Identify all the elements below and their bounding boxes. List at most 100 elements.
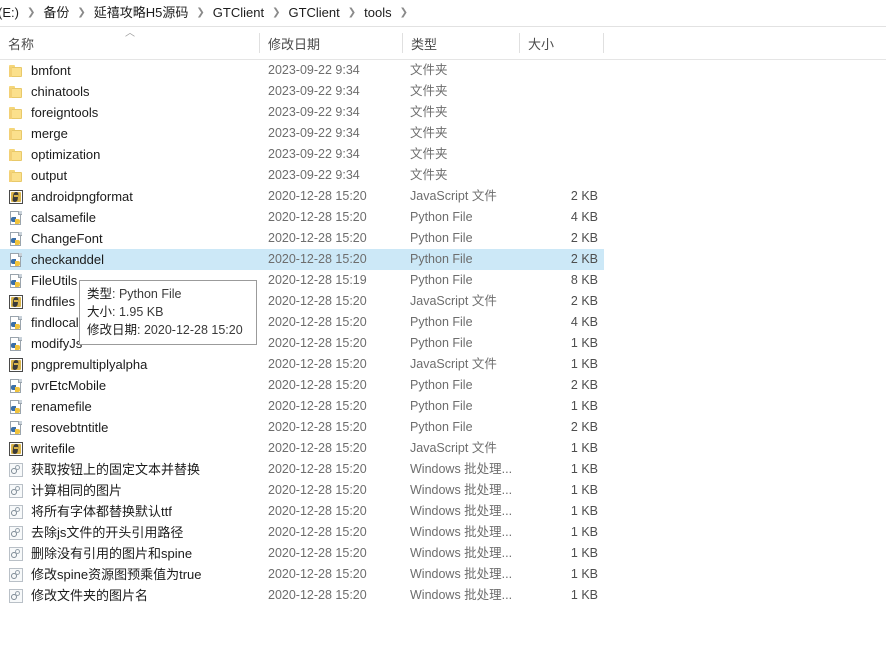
- file-row-name[interactable]: 获取按钮上的固定文本并替换: [8, 459, 258, 480]
- file-row-name[interactable]: androidpngformat: [8, 186, 258, 207]
- file-row[interactable]: chinatools2023-09-22 9:34文件夹: [0, 81, 604, 102]
- breadcrumb-item-2[interactable]: 延禧攻略H5源码: [92, 0, 191, 26]
- column-header-date-modified[interactable]: 修改日期: [260, 27, 403, 59]
- file-row-name[interactable]: 修改spine资源图预乘值为true: [8, 564, 258, 585]
- breadcrumb-item-0[interactable]: (E:): [0, 0, 21, 26]
- file-row[interactable]: foreigntools 2023-09-22 9:34 文件夹: [0, 102, 604, 123]
- file-row[interactable]: optimization2023-09-22 9:34文件夹: [0, 144, 604, 165]
- file-row-name-label: modifyJs: [31, 333, 82, 354]
- file-row-type: Python File: [410, 396, 520, 417]
- breadcrumb-item-3[interactable]: GTClient: [211, 0, 266, 26]
- file-row[interactable]: 修改文件夹的图片名 2020-12-28 15:20 Windows 批处理...1…: [0, 585, 604, 606]
- breadcrumb-separator-icon[interactable]: ❯: [190, 0, 210, 26]
- file-row-type: 文件夹: [410, 81, 520, 102]
- file-row-type: Python File: [410, 333, 520, 354]
- file-row[interactable]: checkanddel2020-12-28 15:20Python File2 …: [0, 249, 604, 270]
- breadcrumb-separator-icon[interactable]: ❯: [71, 0, 91, 26]
- python-file-icon: [8, 315, 24, 331]
- file-row-date: 2023-09-22 9:34: [268, 165, 398, 186]
- file-row-date: 2023-09-22 9:34: [268, 102, 398, 123]
- tooltip-date-value: 2020-12-28 15:20: [144, 323, 243, 337]
- file-row-size: 1 KB: [520, 522, 598, 543]
- file-row-name[interactable]: pvrEtcMobile: [8, 375, 258, 396]
- file-row[interactable]: output2023-09-22 9:34文件夹: [0, 165, 604, 186]
- column-header-size[interactable]: 大小: [520, 27, 604, 59]
- breadcrumb-separator-icon[interactable]: ❯: [342, 0, 362, 26]
- file-row-type: Python File: [410, 417, 520, 438]
- file-row-type: Python File: [410, 228, 520, 249]
- file-row-size: 8 KB: [520, 270, 598, 291]
- file-row-name[interactable]: merge: [8, 123, 258, 144]
- batch-file-icon: [8, 483, 24, 499]
- file-row-name[interactable]: 将所有字体都替换默认ttf: [8, 501, 258, 522]
- file-row-type: Windows 批处理...: [410, 585, 520, 606]
- file-row-date: 2020-12-28 15:20: [268, 438, 398, 459]
- file-row[interactable]: merge2023-09-22 9:34文件夹: [0, 123, 604, 144]
- file-row-date: 2020-12-28 15:20: [268, 207, 398, 228]
- file-row-name[interactable]: 修改文件夹的图片名: [8, 585, 258, 606]
- file-row-name[interactable]: 去除js文件的开头引用路径: [8, 522, 258, 543]
- sort-ascending-icon[interactable]: ︿: [124, 30, 136, 38]
- file-row-date: 2020-12-28 15:20: [268, 291, 398, 312]
- file-row-name[interactable]: ChangeFont: [8, 228, 258, 249]
- file-row-name[interactable]: checkanddel: [8, 249, 258, 270]
- breadcrumb-item-4[interactable]: GTClient: [286, 0, 341, 26]
- file-row-date: 2020-12-28 15:20: [268, 501, 398, 522]
- file-row[interactable]: pngpremultiplyalpha2020-12-28 15:20JavaS…: [0, 354, 604, 375]
- file-row[interactable]: pvrEtcMobile2020-12-28 15:20Python File2…: [0, 375, 604, 396]
- file-row[interactable]: calsamefile2020-12-28 15:20Python File4 …: [0, 207, 604, 228]
- file-row-type: Python File: [410, 270, 520, 291]
- file-row-name-label: ChangeFont: [31, 228, 103, 249]
- file-row-name[interactable]: output: [8, 165, 258, 186]
- file-row-date: 2020-12-28 15:20: [268, 228, 398, 249]
- file-row[interactable]: renamefile2020-12-28 15:20Python File1 K…: [0, 396, 604, 417]
- file-row-name[interactable]: pngpremultiplyalpha: [8, 354, 258, 375]
- breadcrumb-separator-icon[interactable]: ❯: [394, 0, 414, 26]
- file-row[interactable]: androidpngformat2020-12-28 15:20JavaScri…: [0, 186, 604, 207]
- column-header-type[interactable]: 类型: [403, 27, 520, 59]
- file-row[interactable]: 删除没有引用的图片和spine2020-12-28 15:20Windows 批…: [0, 543, 604, 564]
- file-row-name[interactable]: bmfont: [8, 60, 258, 81]
- breadcrumb[interactable]: (E:)❯备份❯延禧攻略H5源码❯GTClient❯GTClient❯tools…: [0, 0, 886, 26]
- column-header-type-label: 类型: [411, 34, 437, 53]
- file-row[interactable]: bmfont2023-09-22 9:34文件夹: [0, 60, 604, 81]
- file-row-size: 1 KB: [520, 585, 598, 606]
- breadcrumb-item-5[interactable]: tools: [362, 0, 393, 26]
- file-row-name[interactable]: optimization: [8, 144, 258, 165]
- breadcrumb-separator-icon[interactable]: ❯: [266, 0, 286, 26]
- file-row-size: 2 KB: [520, 375, 598, 396]
- file-row-size: 1 KB: [520, 333, 598, 354]
- file-row[interactable]: ChangeFont2020-12-28 15:20Python File2 K…: [0, 228, 604, 249]
- file-row-name[interactable]: foreigntools: [8, 102, 258, 123]
- file-row[interactable]: writefile2020-12-28 15:20JavaScript 文件1 …: [0, 438, 604, 459]
- file-row-type: Windows 批处理...: [410, 543, 520, 564]
- file-row-name[interactable]: chinatools: [8, 81, 258, 102]
- javascript-file-icon: [8, 357, 24, 373]
- file-row-name[interactable]: 计算相同的图片: [8, 480, 258, 501]
- file-row-date: 2020-12-28 15:19: [268, 270, 398, 291]
- file-row[interactable]: 去除js文件的开头引用路径2020-12-28 15:20Windows 批处理…: [0, 522, 604, 543]
- file-row-type: JavaScript 文件: [410, 186, 520, 207]
- file-row[interactable]: 将所有字体都替换默认ttf2020-12-28 15:20Windows 批处理…: [0, 501, 604, 522]
- breadcrumb-separator-icon[interactable]: ❯: [21, 0, 41, 26]
- file-row-name[interactable]: writefile: [8, 438, 258, 459]
- file-row-type: 文件夹: [410, 102, 520, 123]
- column-header-empty[interactable]: [604, 27, 664, 59]
- file-row-name[interactable]: 删除没有引用的图片和spine: [8, 543, 258, 564]
- file-list[interactable]: bmfont2023-09-22 9:34文件夹chinatools2023-0…: [0, 60, 886, 651]
- python-file-icon: [8, 378, 24, 394]
- file-row-size: 2 KB: [520, 291, 598, 312]
- file-row-name[interactable]: renamefile: [8, 396, 258, 417]
- file-row-date: 2020-12-28 15:20: [268, 585, 398, 606]
- file-row-name[interactable]: resovebtntitle: [8, 417, 258, 438]
- file-row-date: 2023-09-22 9:34: [268, 60, 398, 81]
- file-row-name-label: pvrEtcMobile: [31, 375, 106, 396]
- file-row[interactable]: 获取按钮上的固定文本并替换2020-12-28 15:20Windows 批处理…: [0, 459, 604, 480]
- file-row[interactable]: 计算相同的图片2020-12-28 15:20Windows 批处理...1 K…: [0, 480, 604, 501]
- tooltip-date-key: 修改日期: [87, 323, 137, 337]
- file-row[interactable]: 修改spine资源图预乘值为true2020-12-28 15:20Window…: [0, 564, 604, 585]
- breadcrumb-item-1[interactable]: 备份: [41, 0, 71, 26]
- file-row-name[interactable]: calsamefile: [8, 207, 258, 228]
- file-row-date: 2023-09-22 9:34: [268, 144, 398, 165]
- file-row[interactable]: resovebtntitle2020-12-28 15:20Python Fil…: [0, 417, 604, 438]
